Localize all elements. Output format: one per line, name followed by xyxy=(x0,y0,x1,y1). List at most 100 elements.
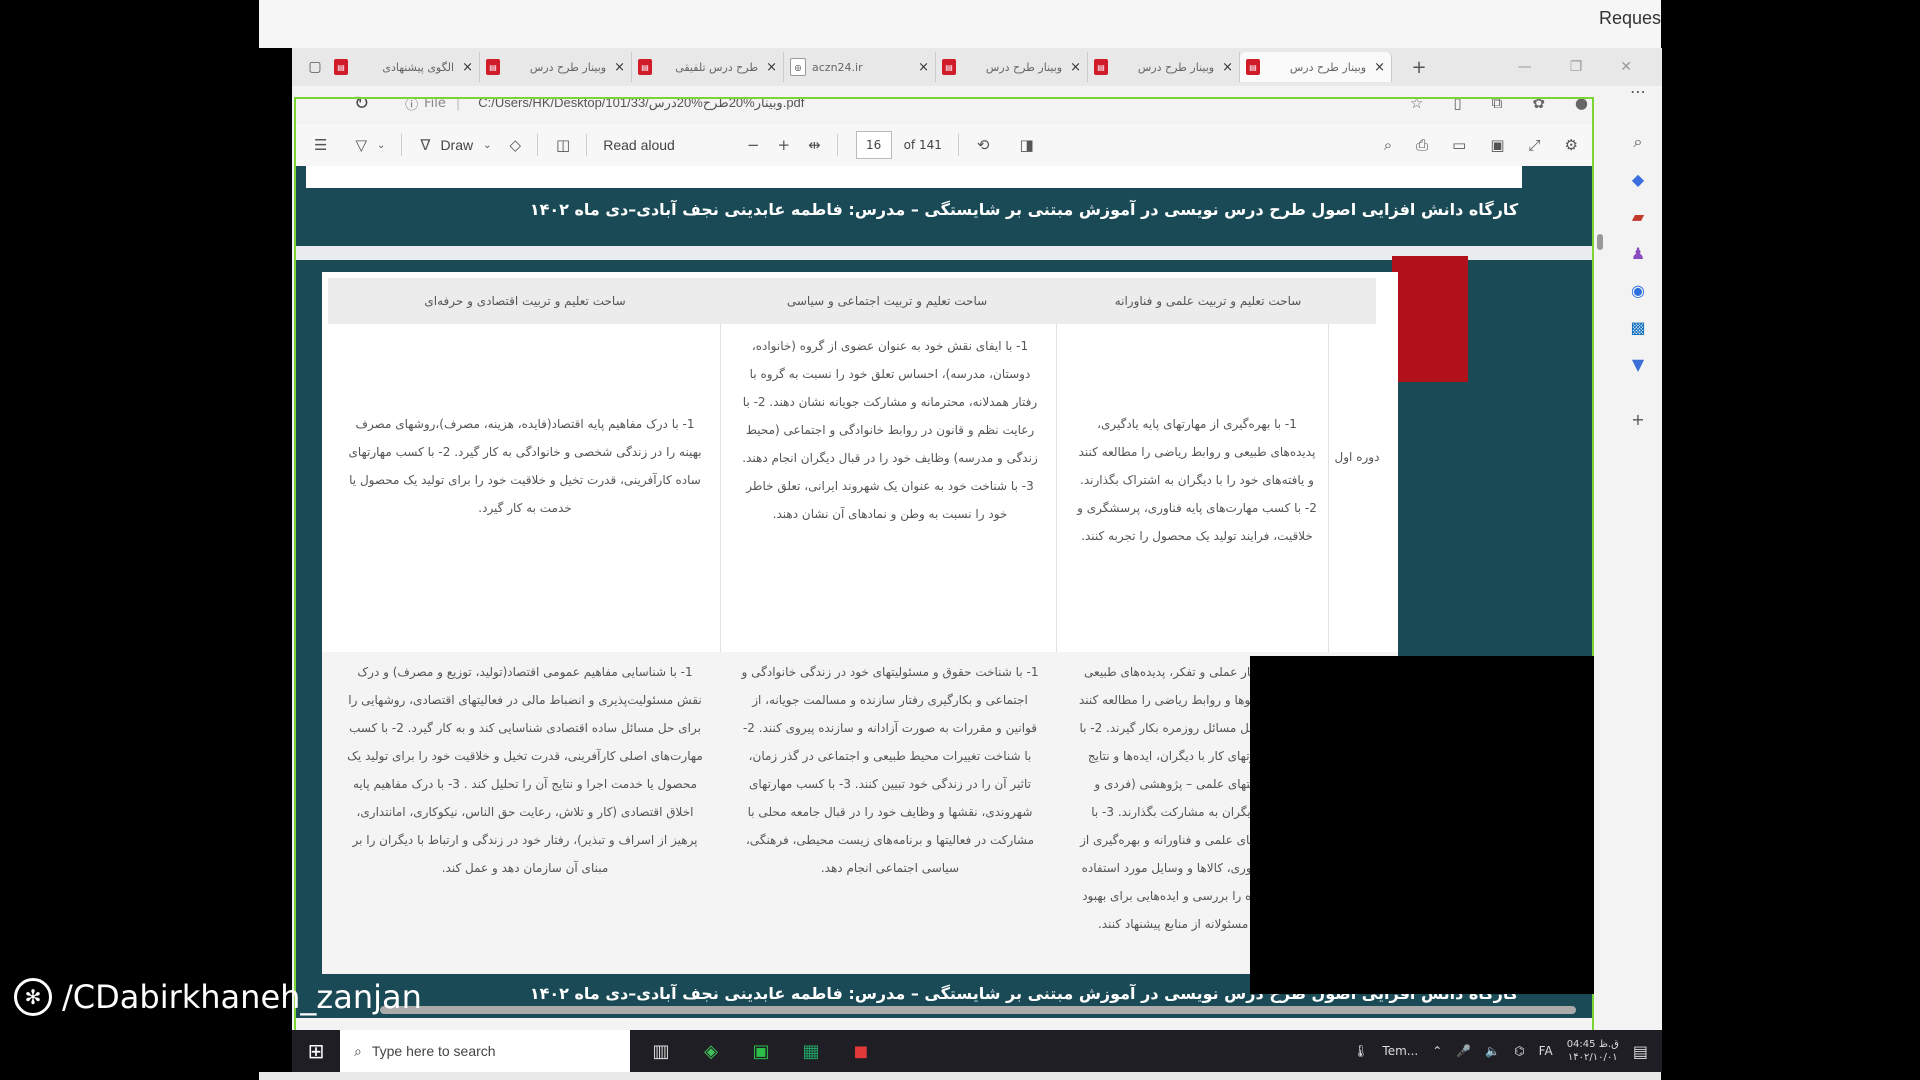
tab-title: وبینار طرح درس xyxy=(1137,60,1215,74)
highlight-icon[interactable]: ▽ xyxy=(355,136,367,154)
more-menu-icon[interactable]: ⋯ xyxy=(1630,82,1646,101)
split-screen-icon[interactable]: ▯ xyxy=(1453,94,1461,112)
period-label: دوره اول xyxy=(1334,450,1380,464)
url-field[interactable]: C:/Users/HK/Desktop/101/وبینار%20طرح%20د… xyxy=(478,95,804,111)
tab-active[interactable]: ▤ وبینار طرح درس × xyxy=(1240,52,1392,82)
volume-icon[interactable]: 🔈 xyxy=(1485,1044,1500,1058)
horizontal-scrollbar[interactable] xyxy=(304,1006,1588,1014)
tab[interactable]: ◎ aczn24.ir × xyxy=(784,52,936,82)
zoom-in-icon[interactable]: + xyxy=(777,136,790,154)
camtasia-app-icon[interactable]: ▣ xyxy=(736,1041,786,1062)
close-window-icon[interactable]: ✕ xyxy=(1620,59,1632,75)
excel-app-icon[interactable]: ▦ xyxy=(786,1041,836,1062)
tab[interactable]: ▤ طرح درس تلفیقی × xyxy=(632,52,784,82)
red-decoration xyxy=(1392,256,1468,382)
tab-title: وبینار طرح درس xyxy=(529,60,607,74)
task-view-icon[interactable]: ▥ xyxy=(636,1041,686,1062)
pdf-header-title: کارگاه دانش افزایی اصول طرح درس نویسی در… xyxy=(529,200,1519,219)
weather-text[interactable]: Tem... xyxy=(1382,1044,1418,1058)
network-icon[interactable]: ⌬ xyxy=(1514,1044,1524,1058)
rotate-icon[interactable]: ⟲ xyxy=(977,136,990,154)
fullscreen-icon[interactable]: ⤢ xyxy=(1529,136,1541,154)
taskbar-search[interactable]: ⌕ Type here to search xyxy=(340,1030,630,1072)
table-header: ساحت تعلیم و تربیت اقتصادی و حرفه‌ای xyxy=(328,278,722,324)
tab[interactable]: ▤ وبینار طرح درس × xyxy=(1088,52,1240,82)
tab[interactable]: ▤ وبینار طرح درس × xyxy=(936,52,1088,82)
office-icon[interactable]: ◉ xyxy=(1631,281,1645,300)
curriculum-table: ساحت تعلیم و تربیت علمی و فناورانه ساحت … xyxy=(322,272,1398,974)
pdf-toolbar: ☰ ▽ ⌄ ∇ Draw ⌄ ◇ ◫ Read aloud − + ⇹ 16 o… xyxy=(296,124,1592,167)
add-icon[interactable]: + xyxy=(1631,410,1644,429)
outlook-icon[interactable]: ▩ xyxy=(1630,318,1645,337)
search-placeholder: Type here to search xyxy=(371,1043,496,1059)
file-label: File xyxy=(424,95,446,111)
vertical-scrollbar[interactable] xyxy=(1596,184,1604,1004)
weather-icon: 🌡 xyxy=(1353,1044,1369,1058)
windows-start-icon[interactable]: ⊞ xyxy=(292,1039,340,1063)
new-tab-button[interactable]: + xyxy=(1406,54,1432,80)
shopping-tag-icon[interactable]: ◆ xyxy=(1632,170,1644,189)
tab-actions-icon[interactable]: ▢ xyxy=(302,54,328,80)
search-icon[interactable]: ⌕ xyxy=(1634,132,1643,152)
save-as-icon[interactable]: ▣ xyxy=(1490,136,1504,154)
close-icon[interactable]: × xyxy=(614,60,625,75)
close-icon[interactable]: × xyxy=(918,60,929,75)
maximize-icon[interactable]: ❐ xyxy=(1570,59,1583,75)
fit-page-icon[interactable]: ⇹ xyxy=(808,136,821,154)
tab[interactable]: ▤ الگوی پیشنهادی × xyxy=(328,52,480,82)
close-icon[interactable]: × xyxy=(1222,60,1233,75)
scroll-thumb[interactable] xyxy=(1597,234,1603,250)
tab[interactable]: ▤ وبینار طرح درس × xyxy=(480,52,632,82)
settings-gear-icon[interactable]: ⚙ xyxy=(1565,136,1578,154)
save-icon[interactable]: ▭ xyxy=(1452,136,1466,154)
reload-icon[interactable]: ↻ xyxy=(354,93,369,114)
recorder-app-icon[interactable]: ◼ xyxy=(836,1041,886,1062)
tab-strip: ▢ ▤ الگوی پیشنهادی × ▤ وبینار طرح درس × ▤ طرح… xyxy=(292,48,1662,86)
favorite-star-icon[interactable]: ☆ xyxy=(1410,94,1423,112)
scroll-thumb[interactable] xyxy=(380,1006,1576,1014)
read-aloud-button[interactable]: Read aloud xyxy=(603,137,675,153)
close-icon[interactable]: × xyxy=(1070,60,1081,75)
page-count: of 141 xyxy=(903,138,942,152)
info-icon[interactable]: ⓘ xyxy=(405,94,418,113)
minimize-icon[interactable]: — xyxy=(1518,59,1532,75)
system-tray: 🌡 Tem... ⌃ 🎤 🔈 ⌬ FA 04:45 ق.ظ ۱۴۰۲/۱۰/۰۱… xyxy=(1353,1038,1662,1064)
pdf-icon: ▤ xyxy=(1246,59,1260,75)
chevron-up-icon[interactable]: ⌃ xyxy=(1432,1044,1442,1058)
browser-app-icon[interactable]: ◈ xyxy=(686,1041,736,1062)
chevron-down-icon[interactable]: ⌄ xyxy=(483,140,491,151)
profile-avatar[interactable]: ● xyxy=(1575,94,1588,112)
language-indicator[interactable]: FA xyxy=(1539,1044,1553,1058)
clock-time: 04:45 ق.ظ xyxy=(1566,1039,1619,1050)
people-icon[interactable]: ♟ xyxy=(1631,244,1645,263)
film-reel-icon: ✻ xyxy=(14,978,52,1016)
draw-icon[interactable]: ∇ xyxy=(420,136,430,154)
window-controls: — ❐ ✕ xyxy=(1518,59,1662,75)
chevron-down-icon[interactable]: ⌄ xyxy=(377,140,385,151)
page-view-icon[interactable]: ◨ xyxy=(1019,136,1033,154)
page-number-input[interactable]: 16 xyxy=(855,131,892,159)
top-strip: Reques xyxy=(259,0,1661,48)
search-icon[interactable]: ⌕ xyxy=(1384,136,1392,154)
extensions-icon[interactable]: ✿ xyxy=(1532,94,1545,112)
table-header: ساحت تعلیم و تربیت اجتماعی و سیاسی xyxy=(722,278,1052,324)
close-icon[interactable]: × xyxy=(462,60,473,75)
print-icon[interactable]: ⎙ xyxy=(1416,136,1428,154)
close-icon[interactable]: × xyxy=(766,60,777,75)
divider xyxy=(537,134,539,156)
text-icon[interactable]: ◫ xyxy=(556,136,570,154)
close-icon[interactable]: × xyxy=(1374,60,1385,75)
collections-icon[interactable]: ⧉ xyxy=(1492,94,1503,112)
pdf-icon: ▤ xyxy=(942,59,956,75)
eraser-icon[interactable]: ◇ xyxy=(510,136,522,154)
tab-title: طرح درس تلفیقی xyxy=(675,60,759,74)
zoom-out-icon[interactable]: − xyxy=(747,136,760,154)
drop-icon[interactable]: ▼ xyxy=(1632,355,1644,374)
pdf-icon: ▤ xyxy=(1094,59,1108,75)
clock[interactable]: 04:45 ق.ظ ۱۴۰۲/۱۰/۰۱ xyxy=(1567,1038,1619,1064)
contents-icon[interactable]: ☰ xyxy=(314,136,327,154)
draw-button[interactable]: Draw xyxy=(440,137,473,153)
notifications-icon[interactable]: ▤ xyxy=(1633,1042,1648,1061)
microphone-icon[interactable]: 🎤 xyxy=(1456,1044,1471,1058)
tools-icon[interactable]: ▰ xyxy=(1632,207,1644,226)
